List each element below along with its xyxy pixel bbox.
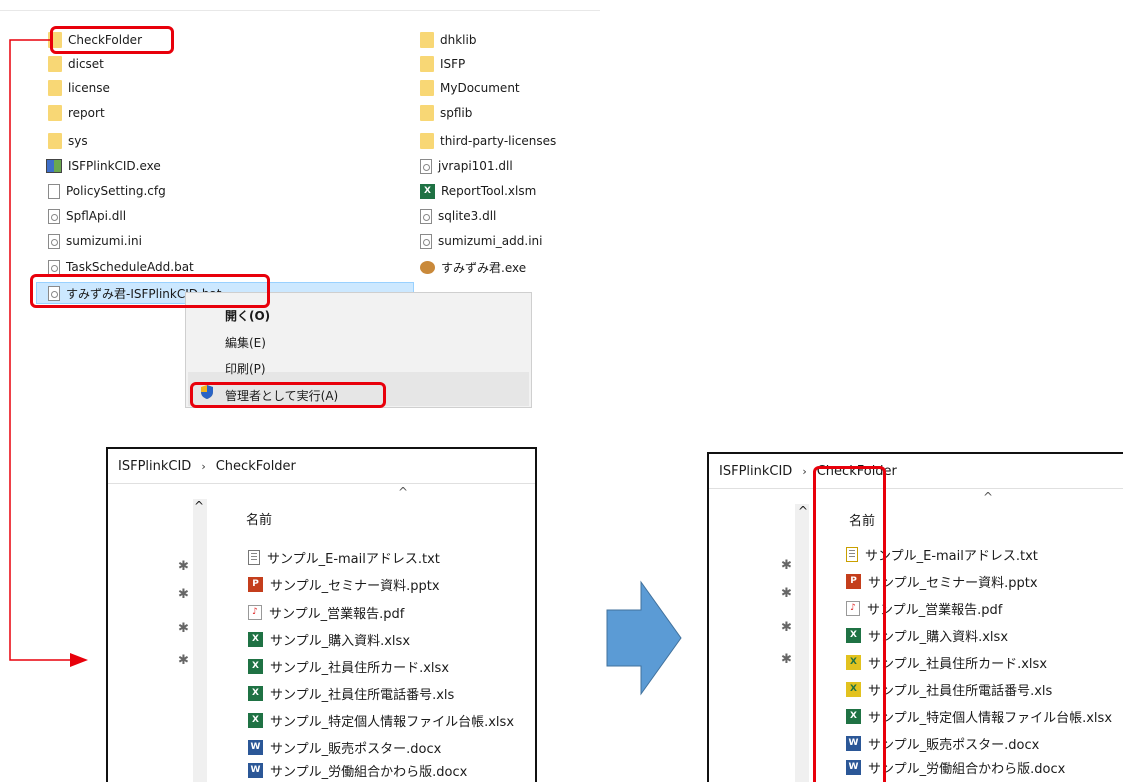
file-name: サンプル_特定個人情報ファイル台帳.xlsx	[868, 710, 1113, 726]
txt-icon	[248, 549, 260, 565]
breadcrumb-item[interactable]: CheckFolder	[216, 459, 296, 474]
scroll-up-icon[interactable]: ^	[194, 499, 204, 513]
breadcrumb-item[interactable]: ISFPlinkCID	[118, 459, 191, 474]
file-item[interactable]: サンプル_E-mailアドレス.txt	[248, 545, 440, 569]
file-name: サンプル_社員住所カード.xlsx	[270, 660, 450, 676]
scroll-up-icon[interactable]: ^	[798, 504, 808, 518]
file-item[interactable]: W サンプル_販売ポスター.docx	[248, 735, 441, 759]
ppt-icon: P	[248, 576, 263, 592]
word-icon: W	[248, 739, 263, 755]
excel-icon: X	[248, 658, 263, 674]
word-icon: W	[248, 762, 263, 778]
explorer-panel-before: ISFPlinkCID › CheckFolder ^ ^ 名前 ✱ ✱ ✱ ✱…	[106, 447, 537, 782]
breadcrumb-separator-icon: ›	[201, 459, 206, 473]
file-name: サンプル_販売ポスター.docx	[270, 741, 442, 757]
nav-scrollbar[interactable]	[193, 499, 207, 782]
pin-icon[interactable]: ✱	[178, 559, 189, 574]
pin-icon[interactable]: ✱	[178, 587, 189, 602]
file-name: サンプル_購入資料.xlsx	[270, 633, 411, 649]
pdf-icon: ♪	[248, 604, 262, 620]
file-item[interactable]: P サンプル_セミナー資料.pptx	[248, 572, 440, 596]
file-name: サンプル_社員住所電話番号.xls	[868, 683, 1053, 699]
file-name: サンプル_営業報告.pdf	[867, 602, 1003, 618]
transition-arrow-icon	[606, 580, 682, 696]
pin-icon[interactable]: ✱	[178, 621, 189, 636]
nav-scrollbar[interactable]	[795, 504, 809, 782]
pin-icon[interactable]: ✱	[781, 652, 792, 667]
file-name: サンプル_購入資料.xlsx	[868, 629, 1009, 645]
file-name: サンプル_E-mailアドレス.txt	[865, 548, 1038, 564]
file-item[interactable]: ♪ サンプル_営業報告.pdf	[248, 600, 404, 624]
file-item[interactable]: X サンプル_社員住所電話番号.xls	[248, 681, 454, 705]
column-header-name[interactable]: 名前	[246, 509, 272, 528]
breadcrumb: ISFPlinkCID › CheckFolder	[108, 449, 535, 484]
file-item[interactable]: W サンプル_労働組合かわら版.docx	[248, 758, 467, 782]
sort-indicator-icon: ^	[983, 490, 994, 504]
file-item[interactable]: X サンプル_特定個人情報ファイル台帳.xlsx	[248, 708, 514, 732]
file-item[interactable]: X サンプル_社員住所カード.xlsx	[248, 654, 449, 678]
file-name: サンプル_E-mailアドレス.txt	[267, 551, 440, 567]
file-name: サンプル_特定個人情報ファイル台帳.xlsx	[270, 714, 515, 730]
file-name: サンプル_セミナー資料.pptx	[868, 575, 1038, 591]
explorer-panel-after: ISFPlinkCID › CheckFolder ^ ^ 名前 ✱ ✱ ✱ ✱…	[707, 452, 1123, 782]
breadcrumb: ISFPlinkCID › CheckFolder	[709, 454, 1123, 489]
file-name: サンプル_社員住所カード.xlsx	[868, 656, 1048, 672]
file-item[interactable]: X サンプル_購入資料.xlsx	[248, 627, 410, 651]
breadcrumb-item[interactable]: ISFPlinkCID	[719, 464, 792, 479]
breadcrumb-separator-icon: ›	[802, 464, 807, 478]
highlight-icon-column	[813, 466, 886, 782]
file-name: サンプル_労働組合かわら版.docx	[270, 764, 468, 780]
file-name: サンプル_社員住所電話番号.xls	[270, 687, 455, 703]
pin-icon[interactable]: ✱	[781, 558, 792, 573]
pin-icon[interactable]: ✱	[781, 620, 792, 635]
excel-icon: X	[248, 631, 263, 647]
file-name: サンプル_販売ポスター.docx	[868, 737, 1040, 753]
file-name: サンプル_労働組合かわら版.docx	[868, 761, 1066, 777]
sort-indicator-icon: ^	[398, 485, 409, 499]
excel-icon: X	[248, 685, 263, 701]
file-name: サンプル_セミナー資料.pptx	[270, 578, 440, 594]
pin-icon[interactable]: ✱	[781, 586, 792, 601]
file-name: サンプル_営業報告.pdf	[269, 606, 405, 622]
pin-icon[interactable]: ✱	[178, 653, 189, 668]
excel-icon: X	[248, 712, 263, 728]
